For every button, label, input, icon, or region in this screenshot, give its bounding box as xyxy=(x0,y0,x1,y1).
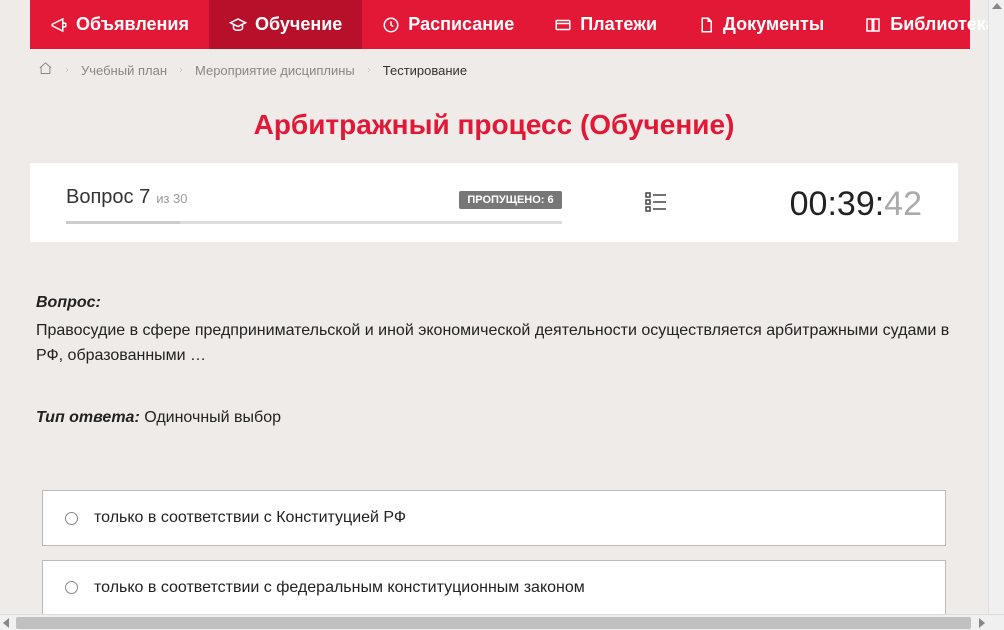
card-icon xyxy=(554,16,572,34)
breadcrumb-testing: Тестирование xyxy=(383,63,467,78)
timer-main: 00:39: xyxy=(790,185,885,224)
book-icon xyxy=(864,16,882,34)
graduate-icon xyxy=(229,16,247,34)
progress-bar xyxy=(66,221,562,224)
nav-payments[interactable]: Платежи xyxy=(534,0,677,49)
chevron-right-icon xyxy=(177,64,185,76)
megaphone-icon xyxy=(50,16,68,34)
nav-label: Обучение xyxy=(255,14,342,35)
page-title: Арбитражный процесс (Обучение) xyxy=(0,109,988,141)
status-card: Вопрос 7 из 30 ПРОПУЩЕНО: 6 00:39:42 xyxy=(30,163,958,242)
clock-icon xyxy=(382,16,400,34)
timer: 00:39:42 xyxy=(790,185,922,224)
breadcrumb-study-plan[interactable]: Учебный план xyxy=(81,63,167,78)
scrollbar-thumb[interactable] xyxy=(16,617,971,629)
answer-list: только в соответствии с Конституцией РФ … xyxy=(36,490,952,614)
answer-option[interactable]: только в соответствии с федеральным конс… xyxy=(42,560,946,614)
radio-icon xyxy=(65,581,78,594)
nav-label: Платежи xyxy=(580,14,657,35)
nav-library[interactable]: Библиотека xyxy=(844,0,988,49)
vertical-scrollbar[interactable] xyxy=(988,0,1004,614)
answer-type-value: Одиночный выбор xyxy=(140,409,281,426)
nav-documents[interactable]: Документы xyxy=(677,0,844,49)
question-number: Вопрос 7 xyxy=(66,186,150,209)
main-nav: Объявления Обучение Расписание Платежи Д… xyxy=(30,0,970,49)
answer-option[interactable]: только в соответствии с Конституцией РФ xyxy=(42,490,946,546)
question-text: Правосудие в сфере предпринимательской и… xyxy=(36,318,952,369)
timer-seconds: 42 xyxy=(884,185,922,224)
skipped-badge: ПРОПУЩЕНО: 6 xyxy=(459,191,561,209)
nav-label: Объявления xyxy=(76,14,189,35)
nav-schedule[interactable]: Расписание xyxy=(362,0,534,49)
answer-text: только в соответствии с федеральным конс… xyxy=(94,575,585,601)
chevron-right-icon xyxy=(365,64,373,76)
chevron-right-icon xyxy=(63,64,71,76)
breadcrumb: Учебный план Мероприятие дисциплины Тест… xyxy=(0,49,988,91)
nav-label: Библиотека xyxy=(890,14,988,35)
question-list-button[interactable] xyxy=(642,190,670,219)
nav-label: Документы xyxy=(723,14,824,35)
breadcrumb-discipline-event[interactable]: Мероприятие дисциплины xyxy=(195,63,355,78)
radio-icon xyxy=(65,512,78,525)
home-icon[interactable] xyxy=(38,61,53,79)
nav-label: Расписание xyxy=(408,14,514,35)
horizontal-scrollbar[interactable] xyxy=(0,614,1004,630)
question-total: из 30 xyxy=(156,191,187,206)
answer-type-label: Тип ответа: xyxy=(36,409,140,426)
answer-text: только в соответствии с Конституцией РФ xyxy=(94,505,406,531)
nav-learning[interactable]: Обучение xyxy=(209,0,362,49)
question-label: Вопрос: xyxy=(36,294,101,311)
nav-announcements[interactable]: Объявления xyxy=(30,0,209,49)
document-icon xyxy=(697,16,715,34)
question-body: Вопрос: Правосудие в сфере предпринимате… xyxy=(0,242,988,614)
progress-fill xyxy=(66,221,180,224)
